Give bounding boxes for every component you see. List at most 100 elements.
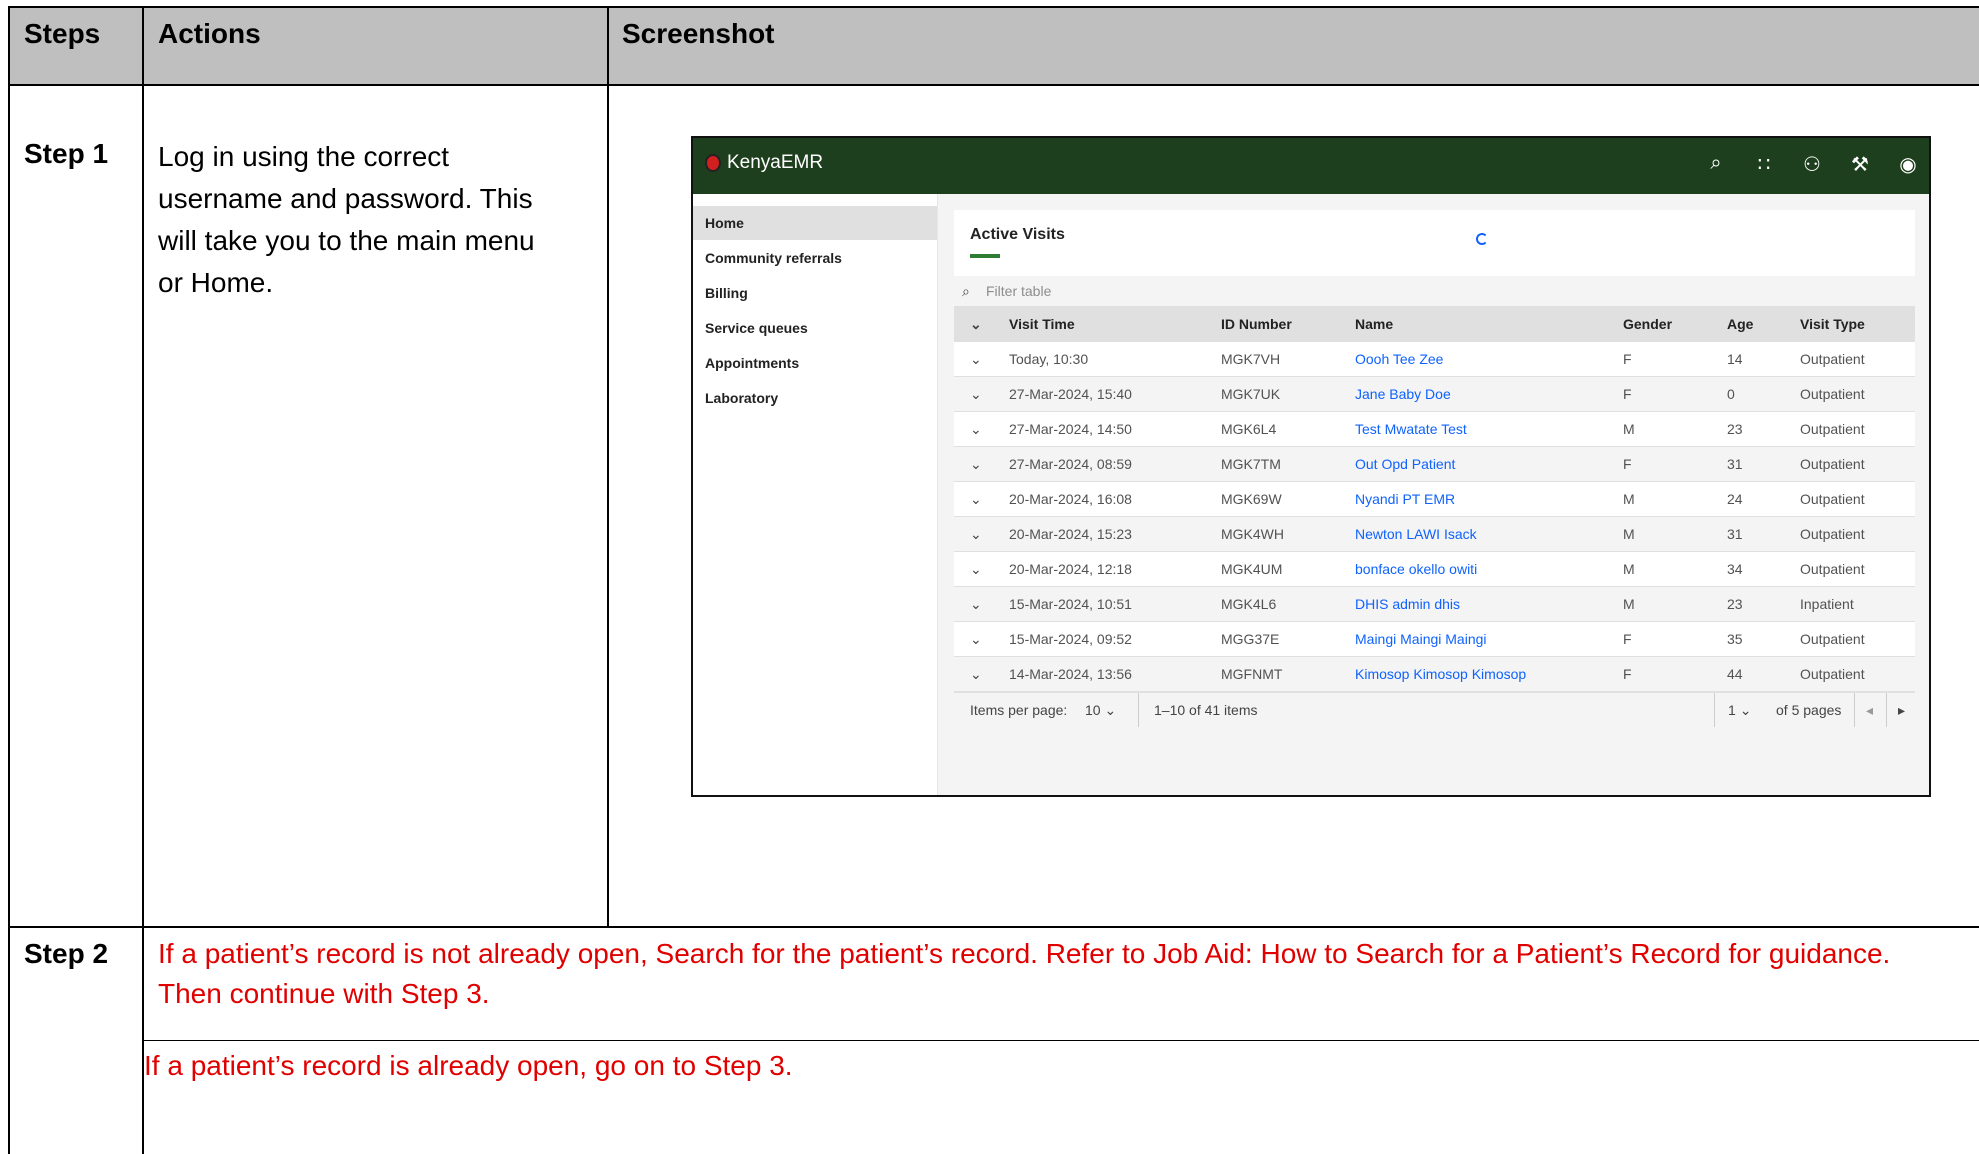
user-avatar-icon[interactable]: ◉	[1895, 152, 1921, 177]
table-row[interactable]: ⌄ 27-Mar-2024, 08:59 MGK7TM Out Opd Patient…	[954, 447, 1915, 482]
next-page-icon[interactable]: ▸	[1898, 693, 1905, 727]
cell-age: 0	[1727, 386, 1735, 402]
expand-row-chevron-icon[interactable]: ⌄	[970, 622, 982, 656]
table-body: ⌄ Today, 10:30 MGK7VH Oooh Tee Zee F 14 Outpat…	[954, 342, 1915, 692]
table-row[interactable]: ⌄ 15-Mar-2024, 09:52 MGG37E Maingi Maingi M…	[954, 622, 1915, 657]
table-row[interactable]: ⌄ 20-Mar-2024, 15:23 MGK4WH Newton LAWI Isa…	[954, 517, 1915, 552]
column-visit-type[interactable]: Visit Type	[1800, 306, 1865, 342]
table-border-header	[8, 84, 1979, 86]
table-row[interactable]: ⌄ 14-Mar-2024, 13:56 MGFNMT Kimosop Kimosop…	[954, 657, 1915, 692]
cell-age: 24	[1727, 491, 1743, 507]
items-per-page-label: Items per page:	[970, 702, 1068, 718]
nav-item-laboratory[interactable]: Laboratory	[693, 381, 937, 415]
cell-gender: M	[1623, 491, 1635, 507]
cell-gender: M	[1623, 421, 1635, 437]
nav-item-appointments[interactable]: Appointments	[693, 346, 937, 380]
page-select[interactable]: 1 ⌄	[1728, 693, 1751, 727]
column-age[interactable]: Age	[1727, 306, 1753, 342]
items-range: 1–10 of 41 items	[1154, 702, 1258, 718]
nav-item-community-referrals[interactable]: Community referrals	[693, 241, 937, 275]
cell-gender: F	[1623, 456, 1632, 472]
cell-patient-name-link[interactable]: Jane Baby Doe	[1355, 377, 1451, 411]
header-steps: Steps	[24, 18, 101, 49]
cell-age: 31	[1727, 526, 1743, 542]
add-patient-icon[interactable]: ⚇	[1799, 152, 1825, 177]
step1-line: or Home.	[158, 267, 274, 298]
table-row[interactable]: ⌄ 20-Mar-2024, 12:18 MGK4UM bonface okello …	[954, 552, 1915, 587]
cell-visit-time: 20-Mar-2024, 12:18	[1009, 561, 1132, 577]
cell-patient-name-link[interactable]: Oooh Tee Zee	[1355, 342, 1443, 376]
column-id-number[interactable]: ID Number	[1221, 306, 1292, 342]
cell-patient-name-link[interactable]: Nyandi PT EMR	[1355, 482, 1455, 516]
step2-text: If a patient’s record is not already ope…	[158, 934, 1976, 1014]
cell-id-number: MGK7VH	[1221, 351, 1281, 367]
table-row[interactable]: ⌄ 27-Mar-2024, 14:50 MGK6L4 Test Mwatate Te…	[954, 412, 1915, 447]
items-per-page-select[interactable]: 10 ⌄	[1085, 693, 1116, 727]
items-per-page-value: 10	[1085, 702, 1101, 718]
tools-icon[interactable]: ⚒	[1847, 152, 1873, 177]
cell-patient-name-link[interactable]: Maingi Maingi Maingi	[1355, 622, 1487, 656]
cell-id-number: MGK4WH	[1221, 526, 1284, 542]
table-row[interactable]: ⌄ 20-Mar-2024, 16:08 MGK69W Nyandi PT EMR M 2…	[954, 482, 1915, 517]
job-aid-document: Steps Actions Screenshot Step 1 Log in u…	[0, 0, 1979, 1154]
step1-line: username and password. This	[158, 183, 533, 214]
cell-patient-name-link[interactable]: DHIS admin dhis	[1355, 587, 1460, 621]
table-row[interactable]: ⌄ 15-Mar-2024, 10:51 MGK4L6 DHIS admin dhis…	[954, 587, 1915, 622]
cell-visit-time: 20-Mar-2024, 15:23	[1009, 526, 1132, 542]
expand-row-chevron-icon[interactable]: ⌄	[970, 657, 982, 691]
cell-visit-type: Outpatient	[1800, 421, 1865, 437]
expand-row-chevron-icon[interactable]: ⌄	[970, 342, 982, 376]
embedded-screenshot: KenyaEMR ⌕ ∷ ⚇ ⚒ ◉ Home Community referr…	[691, 136, 1931, 797]
cell-patient-name-link[interactable]: bonface okello owiti	[1355, 552, 1477, 586]
cell-visit-type: Outpatient	[1800, 666, 1865, 682]
app-menu-icon[interactable]: ∷	[1751, 152, 1777, 177]
search-icon[interactable]: ⌕	[1703, 152, 1729, 177]
cell-patient-name-link[interactable]: Test Mwatate Test	[1355, 412, 1467, 446]
cell-visit-time: Today, 10:30	[1009, 351, 1089, 367]
nav-item-service-queues[interactable]: Service queues	[693, 311, 937, 345]
column-gender[interactable]: Gender	[1623, 306, 1672, 342]
expand-row-chevron-icon[interactable]: ⌄	[970, 482, 982, 516]
cell-id-number: MGK4UM	[1221, 561, 1283, 577]
step1-label: Step 1	[24, 138, 109, 169]
table-row[interactable]: ⌄ 27-Mar-2024, 15:40 MGK7UK Jane Baby Doe F 0…	[954, 377, 1915, 412]
table-border-col2	[607, 6, 609, 928]
chevron-down-icon: ⌄	[1104, 702, 1117, 718]
cell-visit-time: 20-Mar-2024, 16:08	[1009, 491, 1132, 507]
filter-placeholder: Filter table	[986, 283, 1052, 299]
cell-patient-name-link[interactable]: Kimosop Kimosop Kimosop	[1355, 657, 1526, 691]
expand-row-chevron-icon[interactable]: ⌄	[970, 552, 982, 586]
expand-all-chevron-icon[interactable]: ⌄	[970, 306, 982, 342]
column-name[interactable]: Name	[1355, 306, 1393, 342]
cell-gender: M	[1623, 596, 1635, 612]
expand-row-chevron-icon[interactable]: ⌄	[970, 517, 982, 551]
expand-row-chevron-icon[interactable]: ⌄	[970, 377, 982, 411]
cell-patient-name-link[interactable]: Newton LAWI Isack	[1355, 517, 1477, 551]
cell-id-number: MGG37E	[1221, 631, 1280, 647]
nav-item-home[interactable]: Home	[693, 206, 937, 240]
table-row[interactable]: ⌄ Today, 10:30 MGK7VH Oooh Tee Zee F 14 Outpat…	[954, 342, 1915, 377]
cell-visit-time: 15-Mar-2024, 10:51	[1009, 596, 1132, 612]
column-visit-time[interactable]: Visit Time	[1009, 306, 1075, 342]
page-value: 1	[1728, 702, 1736, 718]
filter-table-input[interactable]: ⌕ Filter table	[954, 276, 1915, 307]
cell-age: 35	[1727, 631, 1743, 647]
expand-row-chevron-icon[interactable]: ⌄	[970, 587, 982, 621]
card-title: Active Visits	[970, 226, 1065, 243]
cell-visit-time: 15-Mar-2024, 09:52	[1009, 631, 1132, 647]
topbar-icons: ⌕ ∷ ⚇ ⚒ ◉	[1703, 152, 1921, 177]
nav-item-billing[interactable]: Billing	[693, 276, 937, 310]
expand-row-chevron-icon[interactable]: ⌄	[970, 447, 982, 481]
table-border-top	[8, 6, 1979, 8]
cell-gender: F	[1623, 631, 1632, 647]
cell-age: 23	[1727, 596, 1743, 612]
pager-divider	[1854, 693, 1855, 727]
previous-page-icon[interactable]: ◂	[1866, 693, 1873, 727]
cell-visit-type: Inpatient	[1800, 596, 1854, 612]
app-brand[interactable]: KenyaEMR	[705, 152, 823, 174]
expand-row-chevron-icon[interactable]: ⌄	[970, 412, 982, 446]
cell-patient-name-link[interactable]: Out Opd Patient	[1355, 447, 1455, 481]
cell-age: 34	[1727, 561, 1743, 577]
header-cell-screenshot	[609, 8, 1979, 84]
cell-gender: F	[1623, 386, 1632, 402]
